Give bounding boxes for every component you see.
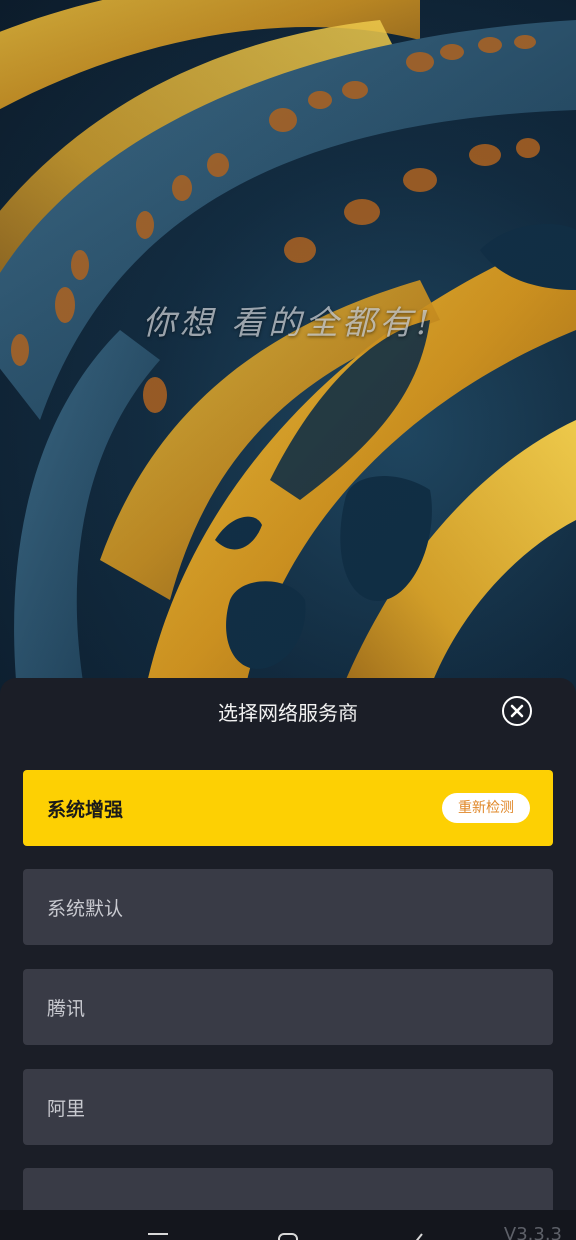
close-icon — [510, 704, 524, 718]
sheet-title: 选择网络服务商 — [218, 701, 358, 725]
splash-background: 你想 看的全都有! — [0, 0, 576, 720]
menu-icon[interactable] — [147, 1232, 169, 1240]
provider-label: 系统增强 — [47, 798, 124, 821]
provider-item-ali[interactable]: 阿里 — [23, 1069, 553, 1145]
provider-sheet: 选择网络服务商 系统增强 重新检测 系统默认 腾讯 阿里 — [0, 678, 576, 1210]
provider-item-partial[interactable] — [23, 1168, 553, 1210]
app-screen: 你想 看的全都有! 选择网络服务商 系统增强 重新检测 系统默认 腾讯 阿里 V… — [0, 0, 576, 1240]
film-reel-artwork — [0, 0, 576, 720]
navigation-bar: V3.3.3 — [0, 1210, 576, 1240]
home-icon[interactable] — [277, 1232, 299, 1240]
provider-item-enhanced[interactable]: 系统增强 重新检测 — [23, 770, 553, 846]
recheck-button[interactable]: 重新检测 — [442, 793, 530, 823]
provider-item-tencent[interactable]: 腾讯 — [23, 969, 553, 1045]
provider-label: 系统默认 — [47, 897, 124, 920]
provider-label: 阿里 — [47, 1097, 86, 1120]
slogan-text: 你想 看的全都有! — [142, 303, 434, 342]
provider-item-default[interactable]: 系统默认 — [23, 869, 553, 945]
provider-label: 腾讯 — [47, 997, 86, 1020]
close-button[interactable] — [502, 696, 532, 726]
version-label: V3.3.3 — [503, 1224, 562, 1240]
back-icon[interactable] — [410, 1232, 426, 1240]
